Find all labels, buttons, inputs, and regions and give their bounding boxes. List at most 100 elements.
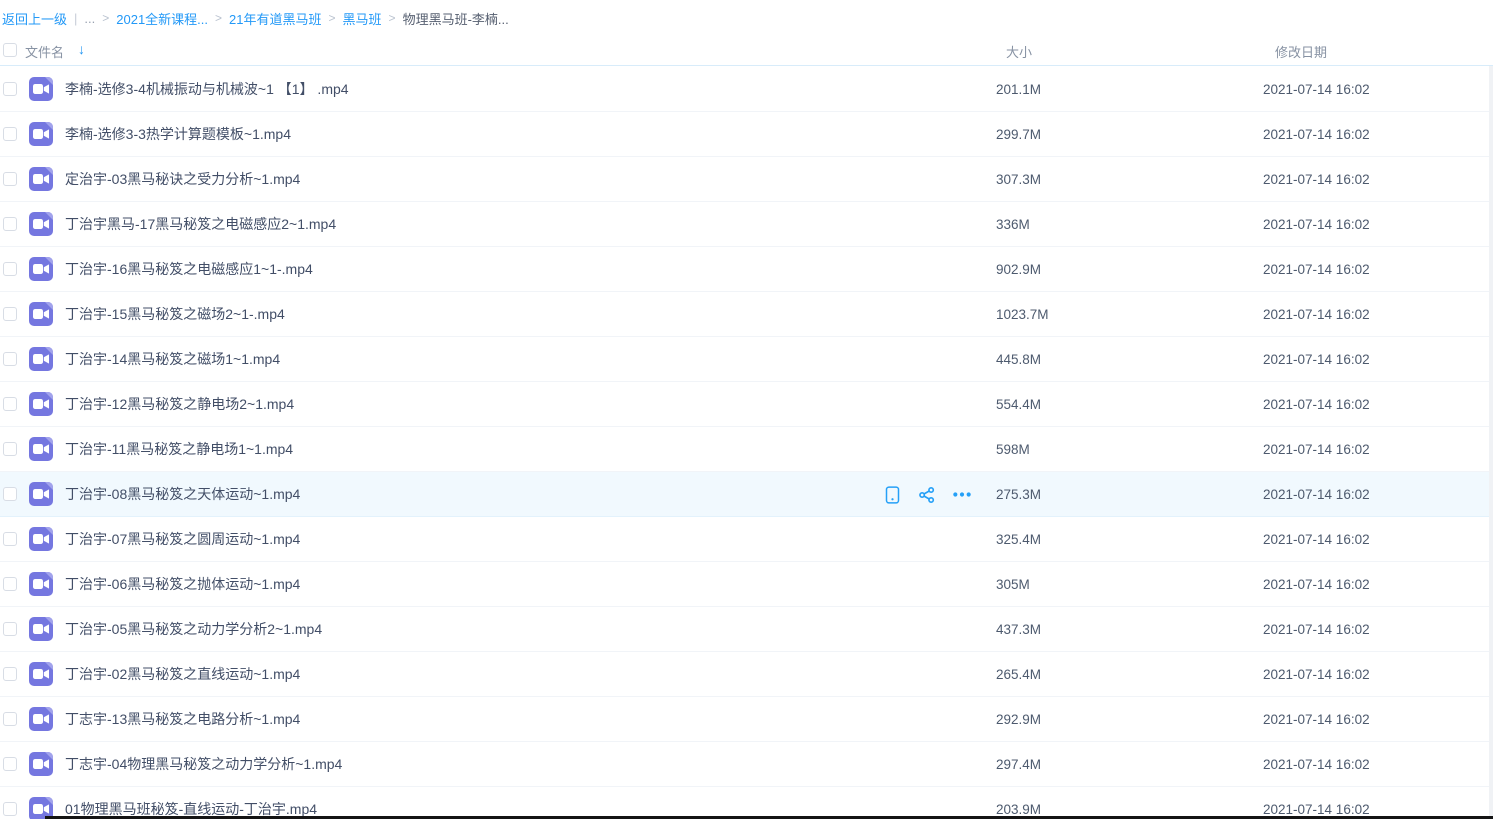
file-name[interactable]: 丁治宇-08黑马秘笈之天体运动~1.mp4	[65, 472, 300, 517]
file-name[interactable]: 丁志宇-04物理黑马秘笈之动力学分析~1.mp4	[65, 742, 342, 787]
file-size: 307.3M	[996, 157, 1041, 202]
file-name[interactable]: 丁治宇黑马-17黑马秘笈之电磁感应2~1.mp4	[65, 202, 336, 247]
row-checkbox[interactable]	[3, 262, 17, 276]
file-size: 292.9M	[996, 697, 1041, 742]
breadcrumb-link-2021-course[interactable]: 2021全新课程...	[116, 9, 208, 28]
file-name[interactable]: 李楠-选修3-4机械振动与机械波~1 【1】 .mp4	[65, 67, 349, 112]
breadcrumb-back-link[interactable]: 返回上一级	[2, 9, 67, 28]
video-file-icon	[29, 662, 53, 686]
table-row[interactable]: 丁治宇-16黑马秘笈之电磁感应1~1-.mp4 902.9M 2021-07-1…	[0, 247, 1493, 292]
table-row[interactable]: 丁治宇-02黑马秘笈之直线运动~1.mp4 265.4M 2021-07-14 …	[0, 652, 1493, 697]
file-name[interactable]: 丁治宇-07黑马秘笈之圆周运动~1.mp4	[65, 517, 300, 562]
row-checkbox[interactable]	[3, 82, 17, 96]
file-name[interactable]: 丁治宇-16黑马秘笈之电磁感应1~1-.mp4	[65, 247, 313, 292]
video-file-icon	[29, 572, 53, 596]
file-name[interactable]: 丁治宇-11黑马秘笈之静电场1~1.mp4	[65, 427, 293, 472]
row-checkbox[interactable]	[3, 667, 17, 681]
breadcrumb-separator: >	[215, 11, 222, 25]
column-header-size[interactable]: 大小	[1006, 42, 1032, 61]
file-modified-date: 2021-07-14 16:02	[1263, 67, 1370, 112]
file-size: 275.3M	[996, 472, 1041, 517]
file-name[interactable]: 丁治宇-15黑马秘笈之磁场2~1-.mp4	[65, 292, 285, 337]
file-name[interactable]: 丁治宇-02黑马秘笈之直线运动~1.mp4	[65, 652, 300, 697]
file-name[interactable]: 定治宇-03黑马秘诀之受力分析~1.mp4	[65, 157, 300, 202]
row-checkbox[interactable]	[3, 127, 17, 141]
breadcrumb: 返回上一级 | ... > 2021全新课程... > 21年有道黑马班 > 黑…	[0, 0, 1493, 36]
video-camera-glyph	[33, 623, 49, 635]
file-modified-date: 2021-07-14 16:02	[1263, 607, 1370, 652]
table-row[interactable]: 丁治宇-14黑马秘笈之磁场1~1.mp4 445.8M 2021-07-14 1…	[0, 337, 1493, 382]
table-row[interactable]: 丁治宇-15黑马秘笈之磁场2~1-.mp4 1023.7M 2021-07-14…	[0, 292, 1493, 337]
sort-descending-icon[interactable]: ↓	[78, 41, 85, 57]
row-checkbox[interactable]	[3, 622, 17, 636]
select-all-checkbox[interactable]	[3, 43, 17, 57]
breadcrumb-link-youdao-class[interactable]: 21年有道黑马班	[229, 9, 321, 28]
row-checkbox[interactable]	[3, 577, 17, 591]
table-row[interactable]: 丁治宇-11黑马秘笈之静电场1~1.mp4 598M 2021-07-14 16…	[0, 427, 1493, 472]
file-modified-date: 2021-07-14 16:02	[1263, 517, 1370, 562]
send-to-phone-icon[interactable]	[882, 485, 902, 505]
video-camera-glyph	[33, 533, 49, 545]
breadcrumb-pipe: |	[74, 11, 77, 26]
column-header-modified[interactable]: 修改日期	[1275, 42, 1327, 61]
file-modified-date: 2021-07-14 16:02	[1263, 157, 1370, 202]
video-file-icon	[29, 437, 53, 461]
file-size: 598M	[996, 427, 1030, 472]
breadcrumb-link-heima-class[interactable]: 黑马班	[343, 9, 382, 28]
table-row[interactable]: 丁治宇-06黑马秘笈之抛体运动~1.mp4 305M 2021-07-14 16…	[0, 562, 1493, 607]
breadcrumb-ellipsis: ...	[84, 11, 95, 26]
video-camera-glyph	[33, 668, 49, 680]
row-checkbox[interactable]	[3, 442, 17, 456]
table-row[interactable]: 丁志宇-13黑马秘笈之电路分析~1.mp4 292.9M 2021-07-14 …	[0, 697, 1493, 742]
row-checkbox[interactable]	[3, 802, 17, 816]
table-row[interactable]: 01物理黑马班秘笈-直线运动-丁治宇.mp4 203.9M 2021-07-14…	[0, 787, 1493, 819]
file-modified-date: 2021-07-14 16:02	[1263, 562, 1370, 607]
more-actions-icon[interactable]	[952, 485, 972, 505]
column-header-filename[interactable]: 文件名	[25, 42, 64, 61]
file-size: 1023.7M	[996, 292, 1049, 337]
table-row[interactable]: 丁治宇-05黑马秘笈之动力学分析2~1.mp4 437.3M 2021-07-1…	[0, 607, 1493, 652]
file-name[interactable]: 01物理黑马班秘笈-直线运动-丁治宇.mp4	[65, 787, 317, 819]
table-row[interactable]: 丁治宇黑马-17黑马秘笈之电磁感应2~1.mp4 336M 2021-07-14…	[0, 202, 1493, 247]
file-size: 203.9M	[996, 787, 1041, 819]
file-size: 902.9M	[996, 247, 1041, 292]
row-checkbox[interactable]	[3, 712, 17, 726]
file-name[interactable]: 丁治宇-12黑马秘笈之静电场2~1.mp4	[65, 382, 294, 427]
video-camera-glyph	[33, 128, 49, 140]
file-modified-date: 2021-07-14 16:02	[1263, 742, 1370, 787]
table-row[interactable]: 定治宇-03黑马秘诀之受力分析~1.mp4 307.3M 2021-07-14 …	[0, 157, 1493, 202]
file-name[interactable]: 丁治宇-05黑马秘笈之动力学分析2~1.mp4	[65, 607, 322, 652]
video-file-icon	[29, 527, 53, 551]
table-row[interactable]: 丁治宇-12黑马秘笈之静电场2~1.mp4 554.4M 2021-07-14 …	[0, 382, 1493, 427]
file-name[interactable]: 丁志宇-13黑马秘笈之电路分析~1.mp4	[65, 697, 300, 742]
row-checkbox[interactable]	[3, 487, 17, 501]
video-camera-glyph	[33, 398, 49, 410]
video-file-icon	[29, 167, 53, 191]
row-checkbox[interactable]	[3, 172, 17, 186]
table-row[interactable]: 李楠-选修3-3热学计算题模板~1.mp4 299.7M 2021-07-14 …	[0, 112, 1493, 157]
file-name[interactable]: 丁治宇-14黑马秘笈之磁场1~1.mp4	[65, 337, 280, 382]
table-row[interactable]: 丁志宇-04物理黑马秘笈之动力学分析~1.mp4 297.4M 2021-07-…	[0, 742, 1493, 787]
file-modified-date: 2021-07-14 16:02	[1263, 247, 1370, 292]
file-modified-date: 2021-07-14 16:02	[1263, 112, 1370, 157]
row-checkbox[interactable]	[3, 757, 17, 771]
row-checkbox[interactable]	[3, 217, 17, 231]
video-camera-glyph	[33, 713, 49, 725]
share-icon[interactable]	[917, 485, 937, 505]
row-checkbox[interactable]	[3, 352, 17, 366]
video-file-icon	[29, 302, 53, 326]
row-checkbox[interactable]	[3, 307, 17, 321]
file-name[interactable]: 丁治宇-06黑马秘笈之抛体运动~1.mp4	[65, 562, 300, 607]
row-checkbox[interactable]	[3, 532, 17, 546]
table-row[interactable]: 丁治宇-08黑马秘笈之天体运动~1.mp4	[0, 472, 1493, 517]
table-row[interactable]: 李楠-选修3-4机械振动与机械波~1 【1】 .mp4 201.1M 2021-…	[0, 67, 1493, 112]
file-name[interactable]: 李楠-选修3-3热学计算题模板~1.mp4	[65, 112, 291, 157]
video-file-icon	[29, 212, 53, 236]
row-checkbox[interactable]	[3, 397, 17, 411]
video-camera-glyph	[33, 308, 49, 320]
video-camera-glyph	[33, 443, 49, 455]
table-row[interactable]: 丁治宇-07黑马秘笈之圆周运动~1.mp4 325.4M 2021-07-14 …	[0, 517, 1493, 562]
video-file-icon	[29, 482, 53, 506]
video-file-icon	[29, 347, 53, 371]
scrollbar[interactable]	[1489, 66, 1493, 819]
